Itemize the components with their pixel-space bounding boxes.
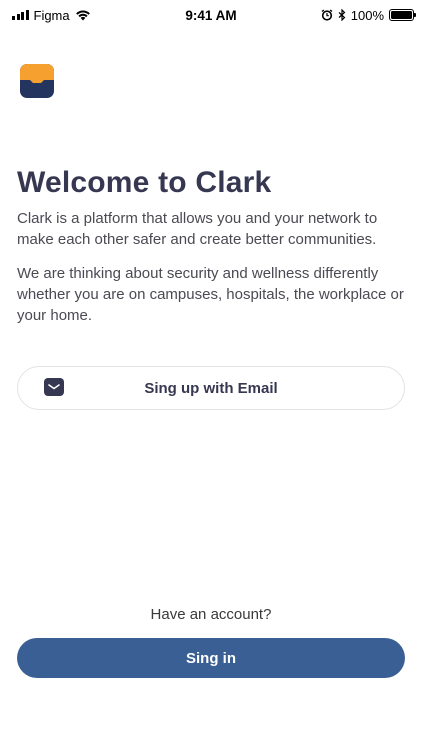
intro-paragraph: Clark is a platform that allows you and … <box>17 210 378 248</box>
description-paragraph: We are thinking about security and welln… <box>17 265 404 324</box>
carrier-name: Figma <box>33 7 70 23</box>
signal-icon <box>12 10 29 20</box>
status-bar: Figma 9:41 AM 100% <box>0 0 422 30</box>
clark-logo-icon <box>20 64 54 98</box>
signup-email-label: Sing up with Email <box>144 379 278 397</box>
bluetooth-icon <box>338 9 346 21</box>
alarm-icon <box>321 9 333 21</box>
mail-icon <box>44 378 64 396</box>
signin-button[interactable]: Sing in <box>17 638 405 678</box>
status-right: 100% <box>321 7 416 23</box>
battery-icon <box>389 9 416 21</box>
have-account-text: Have an account? <box>150 606 272 623</box>
signup-email-button[interactable]: Sing up with Email <box>17 366 405 410</box>
page-title: Welcome to Clark <box>17 166 272 199</box>
wifi-icon <box>75 10 90 21</box>
status-left: Figma <box>12 8 91 23</box>
battery-percent: 100% <box>350 7 384 23</box>
